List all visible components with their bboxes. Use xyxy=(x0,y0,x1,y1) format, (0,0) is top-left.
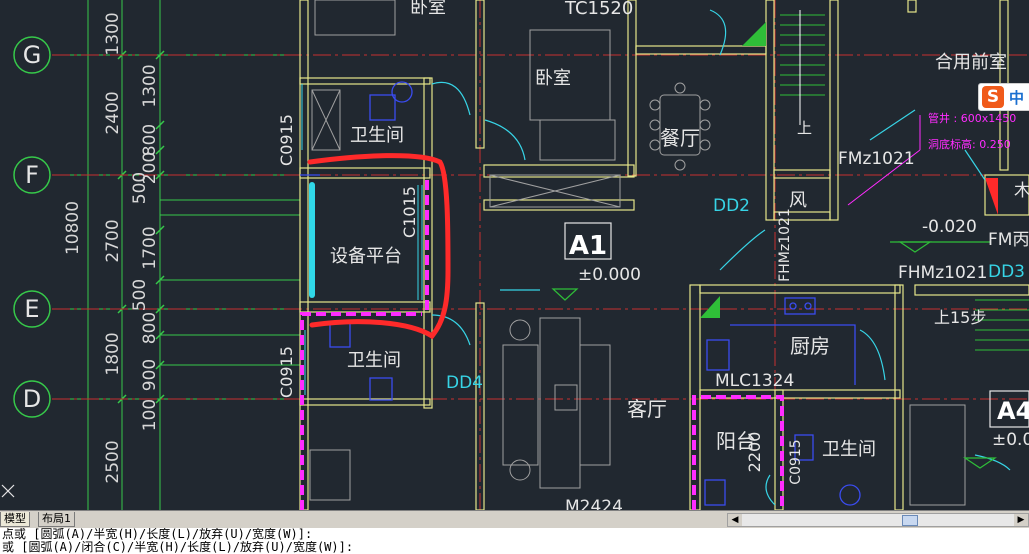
axis-bubble-f: F xyxy=(13,156,51,194)
tag-vent-size: 管井 : 600x1450 xyxy=(928,111,1016,125)
floor-plan-drawing[interactable]: G F E D 10800 1300 1300 2400 2700 1800 2… xyxy=(0,0,1029,510)
tag-m2424: M2424 xyxy=(565,497,623,510)
axis-label-g: G xyxy=(23,41,42,69)
elev-a1: ±0.000 xyxy=(578,265,641,285)
tag-c0915-upper: C0915 xyxy=(277,114,296,166)
axis-bubble-d: D xyxy=(13,380,51,418)
room-bedroom: 卧室 xyxy=(535,68,571,89)
dim-col2-6: 900 xyxy=(140,359,160,391)
dim-col1-2: 2400 xyxy=(103,91,123,134)
room-equipment-platform: 设备平台 xyxy=(330,246,402,267)
magenta-outlines xyxy=(300,180,784,510)
axis-label-d: D xyxy=(23,385,41,413)
green-triangles xyxy=(700,22,766,318)
elev-neg: -0.020 xyxy=(922,217,977,237)
tag-fmz1021: FMz1021 xyxy=(838,149,915,169)
command-line[interactable]: 点或 [圆弧(A)/半宽(H)/长度(L)/放弃(U)/宽度(W)]: 或 [圆… xyxy=(0,528,1029,554)
room-dining: 餐厅 xyxy=(660,126,700,150)
tag-fhmz1021: FHMz1021 xyxy=(898,263,987,283)
room-wind: 风 xyxy=(789,190,807,211)
ucs-icon xyxy=(1,484,15,498)
tag-dd4: DD4 xyxy=(446,373,483,393)
room-toilet-lower: 卫生间 xyxy=(347,350,401,371)
stair-up-label: 上 xyxy=(797,119,812,137)
tag-window-tc1520: TC1520 xyxy=(564,0,633,19)
axis-bubble-g: G xyxy=(13,36,51,74)
room-living: 客厅 xyxy=(627,397,667,421)
horizontal-scrollbar[interactable]: ◀ ▶ xyxy=(727,513,1029,527)
room-kitchen: 厨房 xyxy=(790,334,830,358)
ime-indicator[interactable]: S 中 xyxy=(978,83,1029,111)
red-flag xyxy=(985,178,998,215)
tag-fm-bing: FM丙0 xyxy=(988,230,1029,250)
unit-a1: A1 xyxy=(569,231,607,261)
dim-col1-5: 2500 xyxy=(103,440,123,483)
stair-up15-label: 上15步 xyxy=(934,308,986,327)
dim-col2-5: 800 xyxy=(140,312,160,344)
scroll-left-icon[interactable]: ◀ xyxy=(728,514,742,526)
elev-a4: ±0.00 xyxy=(992,430,1029,450)
room-balcony: 阳台 xyxy=(716,429,756,453)
walls xyxy=(299,0,1029,510)
unit-a4: A4 xyxy=(997,397,1029,425)
room-toilet-right: 卫生间 xyxy=(822,439,876,460)
layout-tab-bar: 模型 布局1 ◀ ▶ xyxy=(0,510,1029,528)
tab-model[interactable]: 模型 xyxy=(0,512,30,527)
tag-dd2: DD2 xyxy=(713,196,750,216)
tag-c0915-right: C0915 xyxy=(788,439,804,484)
axis-label-e: E xyxy=(24,295,39,323)
tag-mlc1324: MLC1324 xyxy=(715,371,794,391)
dim-col1-3: 2700 xyxy=(103,219,123,262)
drawing-canvas[interactable]: G F E D 10800 1300 1300 2400 2700 1800 2… xyxy=(0,0,1029,510)
scroll-thumb[interactable] xyxy=(902,515,918,526)
room-toilet-upper: 卫生间 xyxy=(350,125,404,146)
command-history-line-1: 点或 [圆弧(A)/半宽(H)/长度(L)/放弃(U)/宽度(W)]: xyxy=(2,528,313,541)
command-history-line-2: 或 [圆弧(A)/闭合(C)/半宽(H)/长度(L)/放弃(U)/宽度(W)]: xyxy=(2,541,354,554)
tag-c0915-lower: C0915 xyxy=(277,346,296,398)
tab-layout1[interactable]: 布局1 xyxy=(38,512,75,527)
furniture xyxy=(309,0,966,506)
dimension-frame xyxy=(52,0,300,510)
room-bedroom-top: 卧室 xyxy=(410,0,446,18)
dim-col1-4: 1800 xyxy=(103,332,123,375)
dim-col2-7: 100 xyxy=(140,399,160,431)
sogou-icon: S xyxy=(982,86,1004,108)
dim-col1-0: 1300 xyxy=(103,12,123,55)
tag-fhmz-vertical: FHMz1021 xyxy=(777,208,793,282)
tag-vent-height: 洞底标高: 0.250 xyxy=(928,137,1011,151)
axis-bubble-e: E xyxy=(13,290,51,328)
ime-mode-label: 中 xyxy=(1009,89,1025,107)
scroll-right-icon[interactable]: ▶ xyxy=(1014,514,1028,526)
tag-wood: 木 xyxy=(1014,181,1029,201)
tag-dd3: DD3 xyxy=(988,262,1025,282)
room-shared-lobby: 合用前室 xyxy=(935,52,1007,73)
dim-col2-3: 1700 xyxy=(140,226,160,269)
axis-label-f: F xyxy=(25,161,39,189)
dim-col2-2: 500 xyxy=(130,172,150,204)
tag-c1015: C1015 xyxy=(400,186,419,238)
dim-col1-1: 1300 xyxy=(140,64,160,107)
dim-col2-4: 500 xyxy=(130,279,150,311)
dim-col2-0: 800 xyxy=(140,124,160,156)
dim-total: 10800 xyxy=(63,201,83,255)
